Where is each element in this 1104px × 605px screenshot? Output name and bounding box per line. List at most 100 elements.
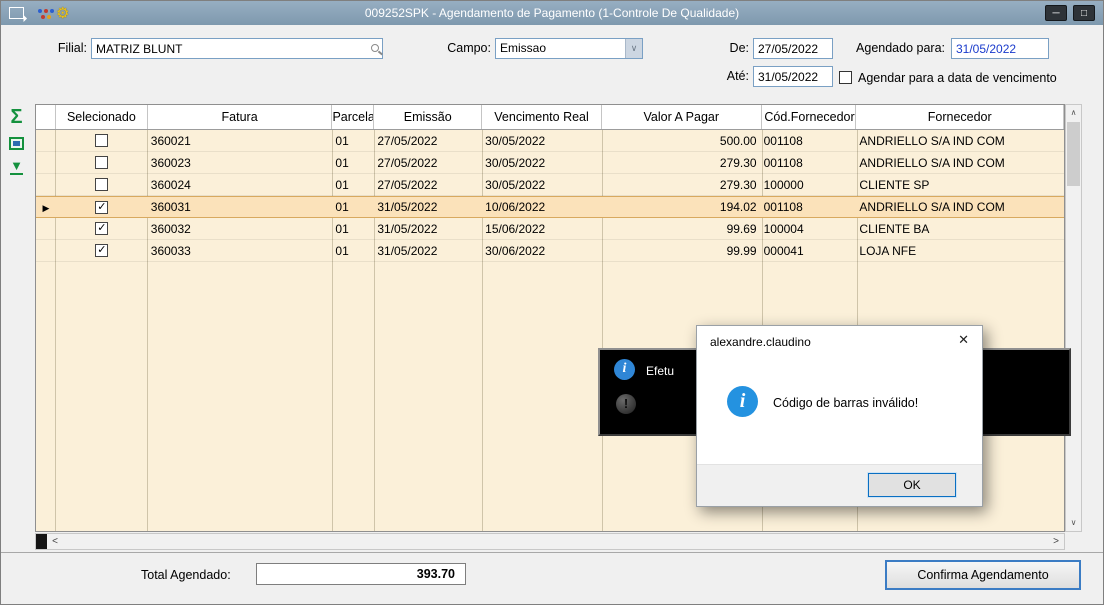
col-header-fornecedor[interactable]: Fornecedor <box>856 105 1065 129</box>
cell-parcela: 01 <box>335 243 349 258</box>
cell-fornecedor: CLIENTE BA <box>859 221 930 236</box>
filial-field-wrap <box>91 38 383 59</box>
vencimento-checkbox[interactable] <box>839 71 852 84</box>
filial-input[interactable] <box>91 38 383 59</box>
minimize-button[interactable]: ─ <box>1045 5 1067 21</box>
cell-parcela: 01 <box>335 200 349 214</box>
vertical-scrollbar-thumb[interactable] <box>1067 122 1080 186</box>
agendado-input[interactable] <box>951 38 1049 59</box>
table-row[interactable]: ✓ 360032 01 31/05/2022 15/06/2022 99.69 … <box>36 218 1064 240</box>
titlebar: 009252SPK - Agendamento de Pagamento (1-… <box>1 1 1103 25</box>
table-row[interactable]: 360021 01 27/05/2022 30/05/2022 500.00 0… <box>36 130 1064 152</box>
cell-fatura: 360031 <box>150 200 191 214</box>
row-checkbox[interactable]: ✓ <box>95 244 109 257</box>
cell-fatura: 360021 <box>150 133 191 148</box>
send-to-bottom-icon[interactable]: ▼ <box>10 159 23 175</box>
grid-header: Selecionado Fatura Parcela Emissão Venci… <box>36 105 1065 130</box>
confirma-agendamento-button[interactable]: Confirma Agendamento <box>885 560 1081 590</box>
cell-fatura: 360033 <box>150 243 191 258</box>
de-input[interactable] <box>753 38 833 59</box>
cell-valor: 279.30 <box>719 177 757 192</box>
cell-fornecedor: LOJA NFE <box>859 243 917 258</box>
cell-valor: 500.00 <box>719 133 757 148</box>
table-row-current[interactable]: ▶ ✓ 360031 01 31/05/2022 10/06/2022 194.… <box>36 196 1064 218</box>
ate-input[interactable] <box>753 66 833 87</box>
campo-selected-value: Emissao <box>500 41 547 55</box>
campo-select[interactable]: Emissao ∨ <box>495 38 643 59</box>
scroll-right-icon[interactable]: > <box>1048 534 1064 549</box>
dialog-title: alexandre.claudino <box>710 335 811 349</box>
cell-fornecedor: CLIENTE SP <box>859 177 930 192</box>
cell-emissao: 31/05/2022 <box>377 200 438 214</box>
close-icon[interactable]: ✕ <box>958 332 969 348</box>
row-checkbox[interactable] <box>95 178 109 191</box>
progress-text: Efetu <box>646 364 675 378</box>
cell-valor: 279.30 <box>719 155 757 170</box>
export-window-icon[interactable] <box>9 7 24 19</box>
copy-rows-icon[interactable] <box>9 137 24 150</box>
cell-vencimento: 15/06/2022 <box>485 221 546 236</box>
scroll-down-icon[interactable]: ∨ <box>1066 515 1081 531</box>
col-header-fatura[interactable]: Fatura <box>148 105 333 129</box>
cell-parcela: 01 <box>335 221 349 236</box>
dialog-message: Código de barras inválido! <box>773 396 919 410</box>
cell-vencimento: 30/05/2022 <box>485 155 546 170</box>
col-header-emissao[interactable]: Emissão <box>374 105 483 129</box>
app-window: 009252SPK - Agendamento de Pagamento (1-… <box>0 0 1104 605</box>
search-icon[interactable] <box>371 44 379 52</box>
col-header-parcela[interactable]: Parcela <box>332 105 375 129</box>
cell-cod: 000041 <box>763 243 804 258</box>
col-header-vencimento[interactable]: Vencimento Real <box>482 105 602 129</box>
agendado-label: Agendado para: <box>856 41 945 55</box>
row-checkbox[interactable]: ✓ <box>95 200 109 214</box>
cell-parcela: 01 <box>335 177 349 192</box>
row-checkbox[interactable] <box>95 134 109 147</box>
cell-vencimento: 30/05/2022 <box>485 177 546 192</box>
cell-emissao: 27/05/2022 <box>377 133 438 148</box>
sum-icon[interactable]: Σ <box>10 107 22 127</box>
scroll-left-icon[interactable]: < <box>47 534 63 549</box>
ate-label: Até: <box>726 69 749 83</box>
wrench-icon[interactable]: ⚙ <box>56 6 69 21</box>
col-header-cod-fornecedor[interactable]: Cód.Fornecedor <box>762 105 857 129</box>
cell-parcela: 01 <box>335 133 349 148</box>
cell-valor: 194.02 <box>719 200 757 214</box>
col-header-selecionado[interactable]: Selecionado <box>56 105 148 129</box>
info-icon: i <box>727 386 758 417</box>
horizontal-scrollbar-track[interactable] <box>63 534 1048 549</box>
table-row[interactable]: 360024 01 27/05/2022 30/05/2022 279.30 1… <box>36 174 1064 196</box>
col-header-valor[interactable]: Valor A Pagar <box>602 105 762 129</box>
ok-button[interactable]: OK <box>867 472 957 498</box>
cell-cod: 001108 <box>763 155 803 170</box>
alert-icon: ! <box>616 394 636 414</box>
info-icon: i <box>614 359 635 380</box>
cell-parcela: 01 <box>335 155 349 170</box>
vertical-scrollbar[interactable]: ∧ ∨ <box>1065 104 1082 532</box>
cell-fatura: 360032 <box>150 221 191 236</box>
table-row[interactable]: ✓ 360033 01 31/05/2022 30/06/2022 99.99 … <box>36 240 1064 262</box>
campo-label: Campo: <box>447 41 491 55</box>
table-row[interactable]: 360023 01 27/05/2022 30/05/2022 279.30 0… <box>36 152 1064 174</box>
scroll-up-icon[interactable]: ∧ <box>1066 105 1081 121</box>
cell-emissao: 31/05/2022 <box>377 221 438 236</box>
cell-vencimento: 10/06/2022 <box>485 200 546 214</box>
cell-cod: 001108 <box>763 133 803 148</box>
chevron-down-icon[interactable]: ∨ <box>625 39 642 58</box>
maximize-button[interactable]: □ <box>1073 5 1095 21</box>
cell-valor: 99.69 <box>726 221 757 236</box>
vencimento-checkbox-label: Agendar para a data de vencimento <box>858 71 1057 85</box>
window-title: 009252SPK - Agendamento de Pagamento (1-… <box>364 6 740 20</box>
de-label: De: <box>729 41 749 55</box>
horizontal-scrollbar[interactable]: < > <box>35 533 1065 550</box>
cell-emissao: 31/05/2022 <box>377 243 438 258</box>
cell-emissao: 27/05/2022 <box>377 155 438 170</box>
cell-fornecedor: ANDRIELLO S/A IND COM <box>859 133 1005 148</box>
cell-fatura: 360023 <box>150 155 191 170</box>
row-checkbox[interactable] <box>95 156 109 169</box>
row-checkbox[interactable]: ✓ <box>95 222 109 235</box>
de-field-wrap <box>753 38 833 59</box>
cell-fornecedor: ANDRIELLO S/A IND COM <box>859 155 1005 170</box>
beads-grid-icon[interactable] <box>38 9 42 13</box>
horizontal-scrollbar-thumb[interactable] <box>36 534 47 549</box>
filial-label: Filial: <box>57 41 87 55</box>
